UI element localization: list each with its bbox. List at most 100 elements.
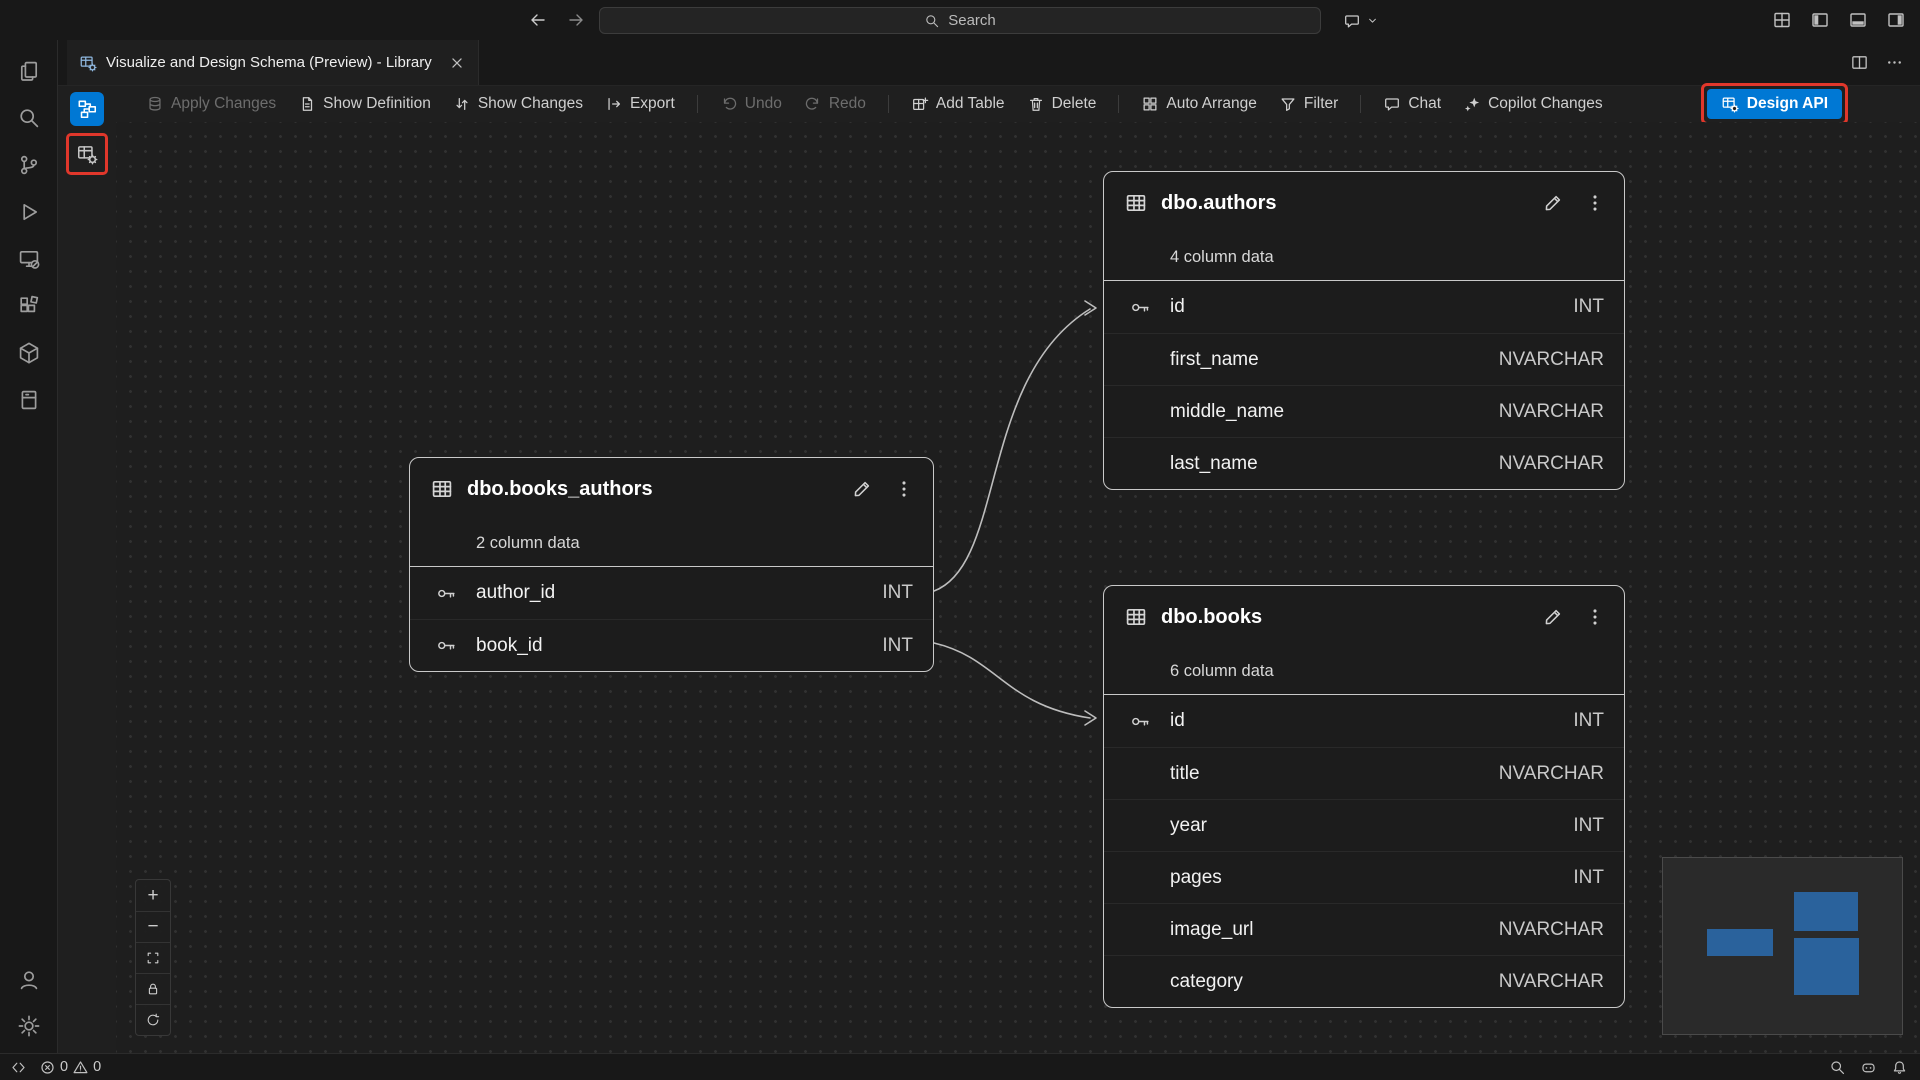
schema-canvas[interactable]: dbo.authors 4 column data id bbox=[116, 122, 1920, 1053]
more-actions-icon[interactable] bbox=[1885, 53, 1904, 72]
vscode-window: Search bbox=[0, 0, 1920, 1080]
trash-icon bbox=[1027, 95, 1045, 113]
settings-gear-icon[interactable] bbox=[12, 1009, 46, 1043]
customize-layout-icon[interactable] bbox=[1772, 10, 1792, 30]
column-row[interactable]: author_id INT bbox=[410, 567, 933, 619]
table-menu-icon[interactable] bbox=[893, 478, 915, 500]
problems-indicator[interactable]: 0 0 bbox=[39, 1059, 101, 1076]
table-definition-view-button[interactable] bbox=[70, 137, 104, 171]
copilot-changes-button[interactable]: Copilot Changes bbox=[1463, 95, 1603, 113]
redo-icon bbox=[804, 95, 822, 113]
account-icon[interactable] bbox=[12, 963, 46, 997]
minimap-table-books-authors bbox=[1707, 929, 1773, 956]
refresh-button[interactable] bbox=[136, 1004, 170, 1035]
table-menu-icon[interactable] bbox=[1584, 192, 1606, 214]
table-card-books-authors[interactable]: dbo.books_authors 2 column data bbox=[409, 457, 934, 672]
copilot-chat-button[interactable] bbox=[1338, 8, 1384, 33]
toggle-secondary-sidebar-icon[interactable] bbox=[1886, 10, 1906, 30]
undo-button[interactable]: Undo bbox=[720, 95, 782, 113]
forward-icon[interactable] bbox=[566, 10, 586, 30]
column-list: id INT first_name NVARCHAR bbox=[1104, 280, 1624, 489]
minimap-table-authors bbox=[1794, 892, 1858, 931]
add-table-button[interactable]: Add Table bbox=[911, 95, 1005, 113]
filter-icon bbox=[1279, 95, 1297, 113]
zoom-out-button[interactable]: − bbox=[136, 911, 170, 942]
auto-arrange-button[interactable]: Auto Arrange bbox=[1141, 95, 1256, 113]
zoom-in-button[interactable]: + bbox=[136, 880, 170, 911]
activity-bar bbox=[0, 40, 58, 1053]
show-definition-button[interactable]: Show Definition bbox=[298, 95, 431, 113]
warning-count: 0 bbox=[93, 1059, 101, 1075]
toggle-sidebar-icon[interactable] bbox=[1810, 10, 1830, 30]
auto-arrange-icon bbox=[1141, 95, 1159, 113]
search-input[interactable]: Search bbox=[599, 7, 1321, 34]
table-card-books[interactable]: dbo.books 6 column data id bbox=[1103, 585, 1625, 1008]
column-row[interactable]: image_url NVARCHAR bbox=[1104, 903, 1624, 955]
copilot-status-icon[interactable] bbox=[1860, 1059, 1877, 1076]
search-sidebar-icon[interactable] bbox=[12, 101, 46, 135]
redo-button[interactable]: Redo bbox=[804, 95, 866, 113]
annotation-box-design-api: Design API bbox=[1701, 83, 1848, 125]
design-api-button[interactable]: Design API bbox=[1707, 89, 1842, 119]
add-table-icon bbox=[911, 95, 929, 113]
column-row[interactable]: category NVARCHAR bbox=[1104, 955, 1624, 1007]
edit-table-icon[interactable] bbox=[1542, 192, 1564, 214]
filter-button[interactable]: Filter bbox=[1279, 95, 1338, 113]
table-name: dbo.books_authors bbox=[467, 478, 653, 501]
database-icon[interactable] bbox=[12, 336, 46, 370]
primary-key-icon bbox=[436, 583, 457, 604]
table-menu-icon[interactable] bbox=[1584, 606, 1606, 628]
designer-rail bbox=[58, 86, 116, 1053]
chat-icon bbox=[1383, 95, 1401, 113]
edit-table-icon[interactable] bbox=[851, 478, 873, 500]
remote-explorer-icon[interactable] bbox=[12, 242, 46, 276]
zoom-status-icon[interactable] bbox=[1829, 1059, 1846, 1076]
refresh-icon bbox=[145, 1012, 161, 1028]
split-editor-icon[interactable] bbox=[1850, 53, 1869, 72]
chat-button[interactable]: Chat bbox=[1383, 95, 1441, 113]
fit-screen-icon bbox=[145, 950, 161, 966]
status-bar: 0 0 bbox=[0, 1053, 1920, 1080]
toggle-panel-icon[interactable] bbox=[1848, 10, 1868, 30]
sparkle-icon bbox=[1463, 95, 1481, 113]
edit-table-icon[interactable] bbox=[1542, 606, 1564, 628]
back-icon[interactable] bbox=[528, 10, 548, 30]
notifications-bell-icon[interactable] bbox=[1891, 1059, 1908, 1076]
database-projects-icon[interactable] bbox=[12, 383, 46, 417]
title-bar: Search bbox=[0, 0, 1920, 40]
table-header: dbo.authors bbox=[1104, 172, 1624, 234]
table-card-authors[interactable]: dbo.authors 4 column data id bbox=[1103, 171, 1625, 490]
column-row[interactable]: last_name NVARCHAR bbox=[1104, 437, 1624, 489]
fit-view-button[interactable] bbox=[136, 942, 170, 973]
run-debug-icon[interactable] bbox=[12, 195, 46, 229]
column-row[interactable]: first_name NVARCHAR bbox=[1104, 333, 1624, 385]
column-count-label: 6 column data bbox=[1104, 648, 1624, 694]
column-row[interactable]: year INT bbox=[1104, 799, 1624, 851]
show-changes-button[interactable]: Show Changes bbox=[453, 95, 583, 113]
show-definition-icon bbox=[298, 95, 316, 113]
column-list: id INT title NVARCHAR bbox=[1104, 694, 1624, 1007]
designer-main: Apply Changes Show Definition Show Chang… bbox=[116, 86, 1920, 1053]
column-row[interactable]: title NVARCHAR bbox=[1104, 747, 1624, 799]
table-name: dbo.authors bbox=[1161, 192, 1277, 215]
remote-indicator-icon[interactable] bbox=[10, 1059, 27, 1076]
explorer-icon[interactable] bbox=[12, 54, 46, 88]
chat-bubble-icon bbox=[1343, 12, 1361, 30]
column-row[interactable]: id INT bbox=[1104, 695, 1624, 747]
extensions-icon[interactable] bbox=[12, 289, 46, 323]
lock-canvas-button[interactable] bbox=[136, 973, 170, 1004]
apply-changes-button[interactable]: Apply Changes bbox=[146, 95, 276, 113]
delete-button[interactable]: Delete bbox=[1027, 95, 1097, 113]
column-row[interactable]: book_id INT bbox=[410, 619, 933, 671]
tab-schema-designer[interactable]: Visualize and Design Schema (Preview) - … bbox=[67, 40, 479, 85]
export-button[interactable]: Export bbox=[605, 95, 675, 113]
designer-toolbar: Apply Changes Show Definition Show Chang… bbox=[116, 86, 1920, 122]
minimap[interactable] bbox=[1662, 857, 1903, 1035]
column-row[interactable]: id INT bbox=[1104, 281, 1624, 333]
source-control-icon[interactable] bbox=[12, 148, 46, 182]
schema-diagram-view-button[interactable] bbox=[70, 92, 104, 126]
table-header: dbo.books_authors bbox=[410, 458, 933, 520]
tab-close-icon[interactable] bbox=[448, 54, 466, 72]
column-row[interactable]: middle_name NVARCHAR bbox=[1104, 385, 1624, 437]
column-row[interactable]: pages INT bbox=[1104, 851, 1624, 903]
